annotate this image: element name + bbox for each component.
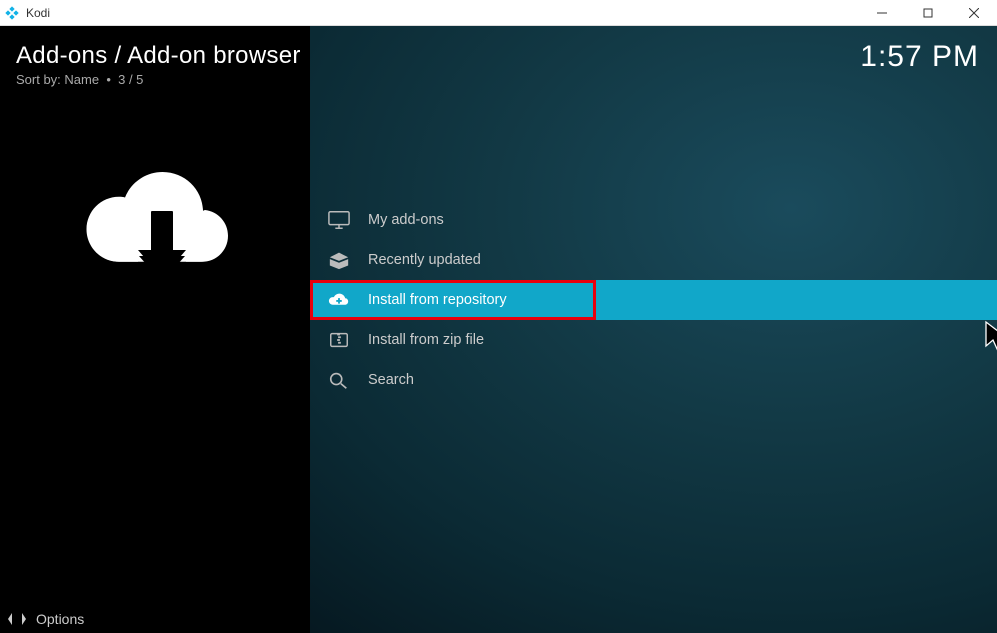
close-button[interactable] — [951, 0, 997, 26]
maximize-button[interactable] — [905, 0, 951, 26]
options-button[interactable]: Options — [8, 611, 84, 627]
zip-file-icon — [328, 330, 350, 350]
monitor-icon — [328, 210, 350, 230]
menu-item-label: Install from zip file — [368, 332, 484, 348]
menu-list: My add-ons Recently updated Install from… — [310, 200, 997, 400]
cloud-plus-icon — [328, 290, 350, 310]
options-arrows-icon — [8, 611, 26, 627]
app-body: Add-ons / Add-on browser Sort by: Name •… — [0, 26, 997, 633]
breadcrumb-subtitle: Sort by: Name • 3 / 5 — [16, 72, 301, 87]
main-area: 1:57 PM My add-ons Recently updated Inst… — [310, 26, 997, 633]
menu-item-search[interactable]: Search — [310, 360, 997, 400]
breadcrumb: Add-ons / Add-on browser Sort by: Name •… — [16, 42, 301, 87]
menu-item-install-from-repository[interactable]: Install from repository — [310, 280, 997, 320]
titlebar: Kodi — [0, 0, 997, 26]
window-title: Kodi — [26, 6, 50, 20]
breadcrumb-path: Add-ons / Add-on browser — [16, 42, 301, 70]
list-position: 3 / 5 — [118, 72, 143, 87]
minimize-button[interactable] — [859, 0, 905, 26]
clock: 1:57 PM — [860, 40, 979, 74]
download-cloud-icon — [75, 156, 235, 296]
menu-item-install-from-zip[interactable]: Install from zip file — [310, 320, 997, 360]
menu-item-recently-updated[interactable]: Recently updated — [310, 240, 997, 280]
box-open-icon — [328, 250, 350, 270]
window-controls — [859, 0, 997, 26]
menu-item-my-addons[interactable]: My add-ons — [310, 200, 997, 240]
menu-item-label: Install from repository — [368, 292, 507, 308]
menu-item-label: Search — [368, 372, 414, 388]
sidebar: Add-ons / Add-on browser Sort by: Name •… — [0, 26, 310, 633]
sort-label: Sort by: Name — [16, 72, 99, 87]
options-label: Options — [36, 611, 84, 627]
search-icon — [328, 370, 350, 390]
menu-item-label: My add-ons — [368, 212, 444, 228]
menu-item-label: Recently updated — [368, 252, 481, 268]
kodi-app-icon — [4, 5, 20, 21]
